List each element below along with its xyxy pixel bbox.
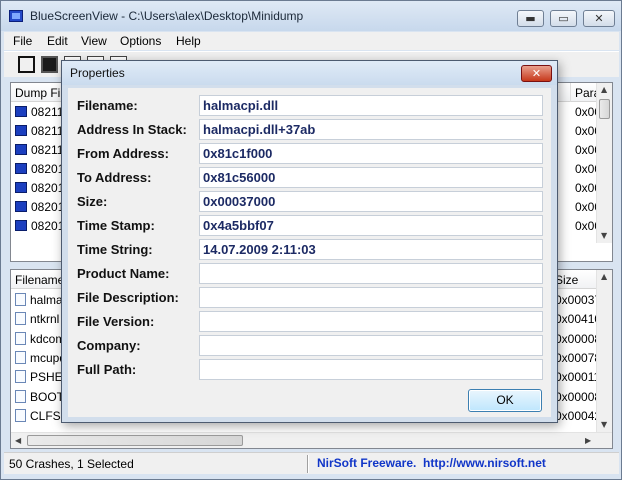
close-button[interactable]: ✕ bbox=[583, 10, 615, 27]
dialog-title: Properties bbox=[70, 66, 125, 80]
file-icon bbox=[15, 331, 26, 345]
minidump-icon bbox=[15, 163, 27, 174]
property-label: Full Path: bbox=[77, 362, 137, 377]
status-divider bbox=[307, 455, 309, 473]
module-size: 0x00011 bbox=[555, 370, 601, 385]
file-icon bbox=[15, 408, 26, 422]
dialog-body: Filename: halmacpi.dll Address In Stack: ha… bbox=[68, 88, 551, 417]
select-folder-icon[interactable] bbox=[18, 56, 35, 73]
property-value-field[interactable]: 0x81c56000 bbox=[199, 167, 543, 188]
property-value-field[interactable] bbox=[199, 287, 543, 308]
scroll-down-icon[interactable]: ▼ bbox=[601, 420, 607, 429]
col-size[interactable]: Size bbox=[551, 270, 598, 289]
module-file-name: ntkrnl bbox=[30, 312, 60, 327]
minidump-icon bbox=[15, 144, 27, 155]
property-label: Time Stamp: bbox=[77, 218, 155, 233]
property-label: From Address: bbox=[77, 146, 169, 161]
module-file-name: BOOT bbox=[30, 389, 65, 404]
status-text: 50 Crashes, 1 Selected bbox=[9, 457, 134, 471]
property-value-field[interactable]: halmacpi.dll bbox=[199, 95, 543, 116]
menu-file[interactable]: File bbox=[13, 34, 32, 48]
title-bar[interactable]: BlueScreenView - C:\Users\alex\Desktop\M… bbox=[1, 1, 621, 31]
ok-button[interactable]: OK bbox=[468, 389, 542, 412]
property-label: File Version: bbox=[77, 314, 155, 329]
scroll-down-icon[interactable]: ▼ bbox=[601, 231, 607, 240]
dialog-close-button[interactable]: ✕ bbox=[521, 65, 552, 82]
file-icon bbox=[15, 350, 26, 364]
menu-help[interactable]: Help bbox=[176, 34, 201, 48]
module-size: 0x00410 bbox=[555, 312, 602, 327]
property-label: Filename: bbox=[77, 98, 138, 113]
property-label: Address In Stack: bbox=[77, 122, 187, 137]
minidump-icon bbox=[15, 182, 27, 193]
minidump-icon bbox=[15, 106, 27, 117]
minimize-button[interactable]: ▬ bbox=[517, 10, 544, 27]
scroll-left-icon[interactable]: ◀ bbox=[15, 436, 21, 445]
nirsoft-link[interactable]: NirSoft Freeware. http://www.nirsoft.net bbox=[317, 456, 546, 470]
property-value-field[interactable] bbox=[199, 359, 543, 380]
scroll-right-icon[interactable]: ▶ bbox=[585, 436, 591, 445]
property-value-field[interactable] bbox=[199, 311, 543, 332]
module-size: 0x00008 bbox=[555, 389, 602, 404]
property-value-field[interactable]: 0x00037000 bbox=[199, 191, 543, 212]
file-icon bbox=[15, 370, 26, 384]
property-value-field[interactable]: 0x4a5bbf07 bbox=[199, 215, 543, 236]
module-size: 0x00042 bbox=[555, 408, 602, 423]
col-param[interactable]: Para bbox=[571, 83, 599, 102]
property-label: Size: bbox=[77, 194, 108, 209]
file-icon bbox=[15, 293, 26, 306]
scroll-thumb[interactable] bbox=[599, 99, 610, 119]
minidump-icon bbox=[15, 125, 27, 136]
menu-bar: File Edit View Options Help bbox=[4, 32, 619, 50]
status-bar: 50 Crashes, 1 Selected NirSoft Freeware.… bbox=[4, 452, 619, 474]
property-label: File Description: bbox=[77, 290, 179, 305]
module-list-vscroll[interactable]: ▲ ▼ bbox=[596, 270, 612, 432]
file-icon bbox=[15, 389, 26, 403]
menu-view[interactable]: View bbox=[81, 34, 107, 48]
module-file-name: halma bbox=[30, 293, 63, 307]
module-size: 0x00078 bbox=[555, 350, 602, 365]
property-label: Company: bbox=[77, 338, 141, 353]
scroll-up-icon[interactable]: ▲ bbox=[601, 272, 607, 281]
menu-edit[interactable]: Edit bbox=[47, 34, 68, 48]
property-value-field[interactable]: 0x81c1f000 bbox=[199, 143, 543, 164]
minidump-icon bbox=[15, 220, 27, 231]
save-icon[interactable] bbox=[41, 56, 58, 73]
properties-dialog: Properties ✕ Filename: halmacpi.dll Addres… bbox=[61, 60, 558, 423]
menu-options[interactable]: Options bbox=[120, 34, 161, 48]
maximize-button[interactable]: ▭ bbox=[550, 10, 577, 27]
property-label: Time String: bbox=[77, 242, 153, 257]
file-icon bbox=[15, 312, 26, 326]
window-title: BlueScreenView - C:\Users\alex\Desktop\M… bbox=[30, 9, 304, 23]
dialog-title-bar[interactable]: Properties ✕ bbox=[62, 61, 557, 85]
scroll-up-icon[interactable]: ▲ bbox=[601, 85, 607, 94]
property-label: To Address: bbox=[77, 170, 152, 185]
minidump-icon bbox=[15, 201, 27, 212]
app-icon bbox=[9, 10, 23, 22]
property-label: Product Name: bbox=[77, 266, 170, 281]
property-value-field[interactable] bbox=[199, 335, 543, 356]
scroll-thumb[interactable] bbox=[27, 435, 243, 446]
property-value-field[interactable]: halmacpi.dll+37ab bbox=[199, 119, 543, 140]
property-value-field[interactable]: 14.07.2009 2:11:03 bbox=[199, 239, 543, 260]
property-value-field[interactable] bbox=[199, 263, 543, 284]
module-list-hscroll[interactable]: ◀ ▶ bbox=[11, 432, 612, 448]
crash-list-vscroll[interactable]: ▲ ▼ bbox=[596, 83, 612, 243]
